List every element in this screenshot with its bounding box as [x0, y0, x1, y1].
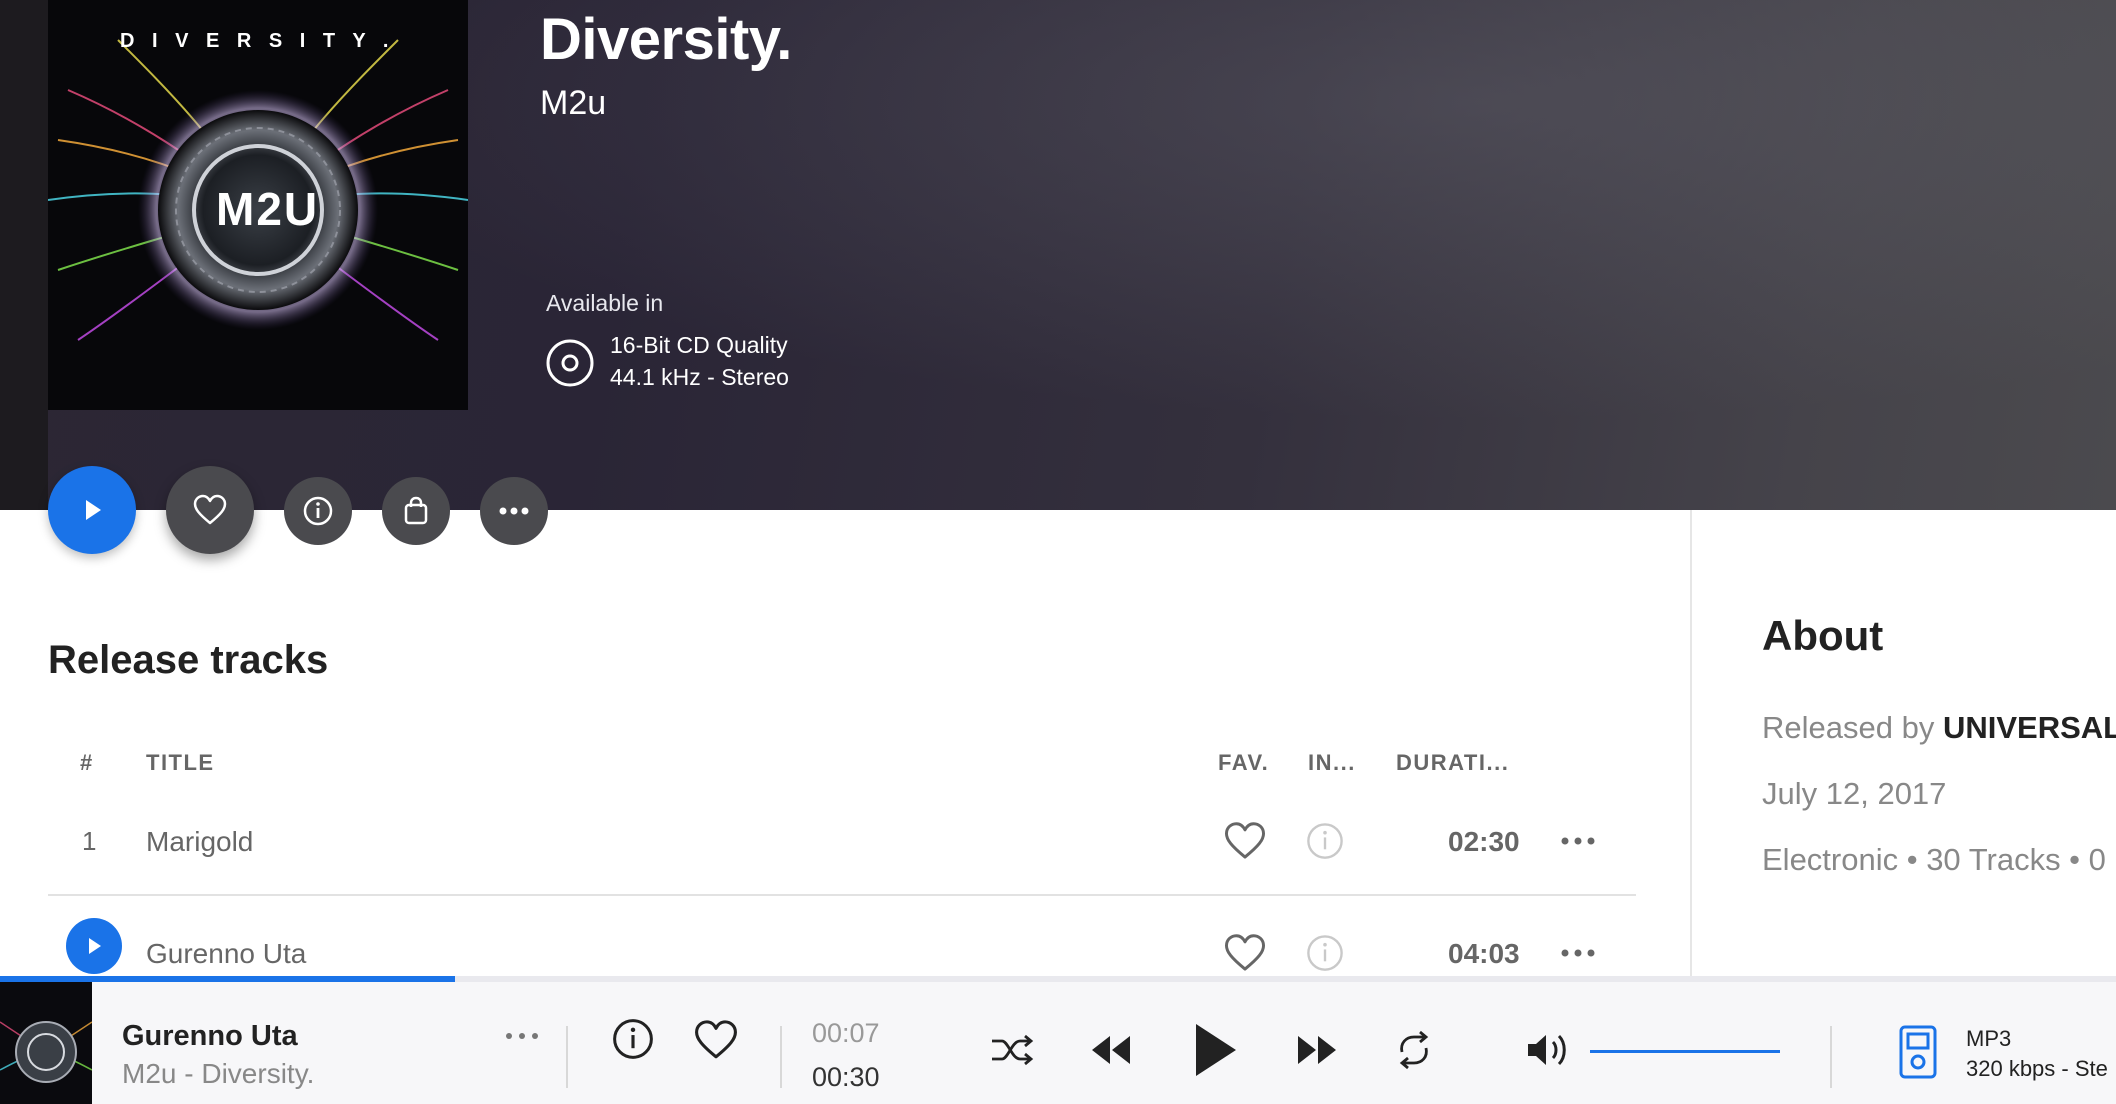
divider — [1830, 1026, 1832, 1088]
info-icon[interactable] — [612, 1018, 654, 1060]
about-divider — [1690, 510, 1692, 980]
released-by-prefix: Released by — [1762, 710, 1935, 745]
album-header: D I V E R S I T Y . M2U Diversity. M2u A… — [0, 0, 2116, 510]
buy-album-button[interactable] — [382, 477, 450, 545]
quality-sample-rate: 44.1 kHz - Stereo — [610, 364, 789, 390]
more-icon[interactable] — [504, 1024, 540, 1048]
album-info-button[interactable] — [284, 477, 352, 545]
total-time: 00:30 — [812, 1062, 880, 1092]
more-icon — [499, 507, 529, 515]
next-icon[interactable] — [1296, 1032, 1338, 1068]
repeat-icon[interactable] — [1394, 1030, 1434, 1070]
shuffle-icon[interactable] — [990, 1032, 1034, 1068]
volume-slider[interactable] — [1590, 1050, 1780, 1053]
play-icon — [86, 500, 101, 520]
cd-icon — [546, 339, 594, 387]
track-title[interactable]: Gurenno Uta — [146, 938, 306, 970]
previous-icon[interactable] — [1090, 1032, 1132, 1068]
favorite-album-button[interactable] — [166, 466, 254, 554]
track-row[interactable]: 1 Marigold 02:30 — [48, 786, 1636, 896]
album-cover-logo: M2U — [216, 183, 320, 235]
divider — [566, 1026, 568, 1088]
heart-icon[interactable] — [694, 1018, 738, 1062]
play-icon[interactable] — [1192, 1022, 1240, 1078]
available-in-label: Available in — [546, 290, 664, 316]
column-info[interactable]: IN... — [1308, 750, 1356, 776]
heart-icon[interactable] — [1224, 820, 1266, 862]
artist-link[interactable]: M2u — [540, 84, 606, 123]
column-favorite[interactable]: FAV. — [1218, 750, 1269, 776]
info-icon[interactable] — [1306, 934, 1344, 972]
play-album-button[interactable] — [48, 466, 136, 554]
heart-icon — [193, 494, 227, 525]
heart-icon[interactable] — [1224, 932, 1266, 974]
track-number: 1 — [82, 826, 97, 856]
device-icon[interactable] — [1898, 1024, 1938, 1080]
now-playing-artist-album[interactable]: M2u - Diversity. — [122, 1058, 314, 1090]
about-heading: About — [1762, 612, 1884, 659]
shopping-bag-icon — [404, 496, 428, 525]
album-cover: D I V E R S I T Y . M2U — [48, 0, 468, 410]
player-bar: Gurenno Uta M2u - Diversity. 00:07 00:30 — [0, 982, 2116, 1104]
hero-left-edge — [0, 0, 48, 510]
volume-icon[interactable] — [1526, 1030, 1572, 1070]
more-icon[interactable] — [1560, 826, 1596, 856]
info-icon[interactable] — [1306, 822, 1344, 860]
album-cover-text: D I V E R S I T Y . — [120, 30, 395, 52]
column-title[interactable]: TITLE — [146, 750, 215, 776]
divider — [780, 1026, 782, 1088]
elapsed-time: 00:07 — [812, 1018, 880, 1048]
released-by: Released by UNIVERSAL — [1762, 710, 2116, 746]
track-duration: 04:03 — [1448, 938, 1520, 969]
release-date: July 12, 2017 — [1762, 776, 1947, 811]
column-number: # — [80, 750, 94, 775]
audio-format: MP3 — [1966, 1026, 2012, 1051]
column-duration[interactable]: DURATI... — [1396, 750, 1509, 776]
track-duration: 02:30 — [1448, 826, 1520, 857]
genre-track-info: Electronic • 30 Tracks • 0 — [1762, 842, 2106, 877]
track-play-button[interactable] — [66, 918, 122, 974]
more-icon[interactable] — [1560, 938, 1596, 968]
play-icon — [89, 938, 101, 954]
now-playing-cover — [0, 982, 92, 1104]
audio-format-detail: 320 kbps - Ste — [1966, 1056, 2108, 1081]
now-playing-title[interactable]: Gurenno Uta — [122, 1020, 298, 1053]
quality-bit-depth: 16-Bit CD Quality — [610, 332, 788, 358]
info-icon — [303, 496, 333, 526]
label-link[interactable]: UNIVERSAL — [1943, 710, 2116, 745]
track-title[interactable]: Marigold — [146, 826, 253, 858]
now-playing-cover-art — [0, 982, 92, 1104]
album-title: Diversity. — [540, 7, 792, 72]
release-tracks-heading: Release tracks — [48, 638, 329, 682]
more-options-button[interactable] — [480, 477, 548, 545]
